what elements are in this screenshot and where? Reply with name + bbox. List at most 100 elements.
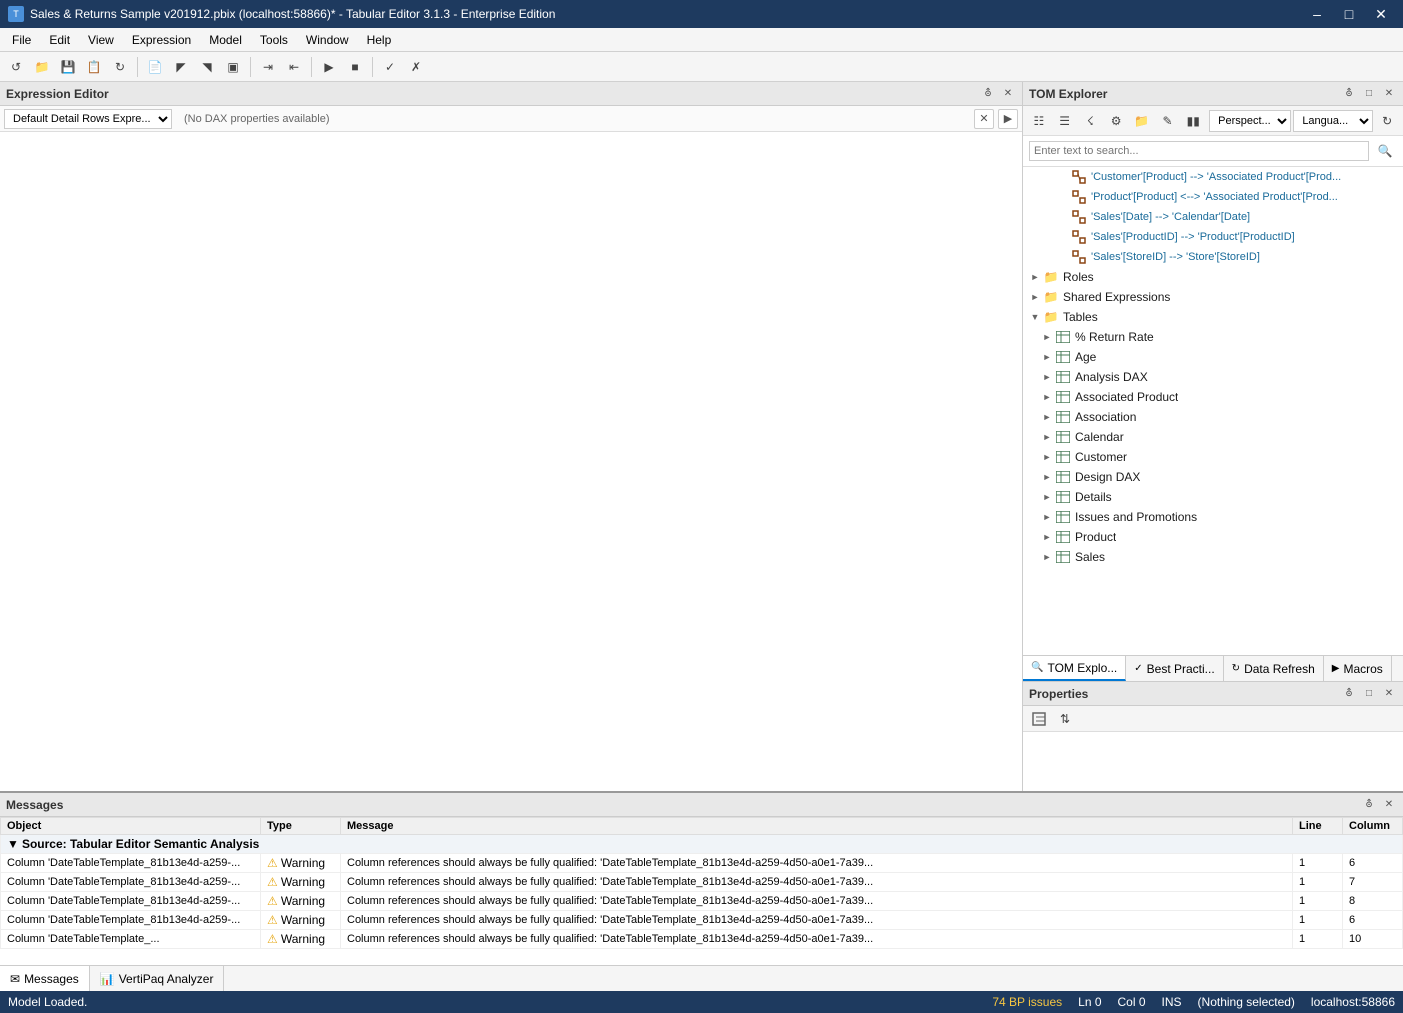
prop-list-btn[interactable] xyxy=(1027,707,1051,731)
expand-tables[interactable]: ▼ xyxy=(1027,312,1043,322)
toolbar-stop[interactable]: ■ xyxy=(343,55,367,79)
tree-roles[interactable]: ► 📁 Roles xyxy=(1023,267,1403,287)
menu-file[interactable]: File xyxy=(4,31,39,49)
tab-vertipaq[interactable]: 📊 VertiPaq Analyzer xyxy=(90,966,225,991)
tom-columns[interactable]: ▮▮ xyxy=(1181,109,1205,133)
tom-edit[interactable]: ✎ xyxy=(1156,109,1180,133)
toolbar-split-v[interactable]: ◥ xyxy=(195,55,219,79)
tom-close-button[interactable]: ✕ xyxy=(1381,86,1397,102)
tom-hierarchy-view[interactable]: ☇ xyxy=(1078,109,1102,133)
expression-dropdown[interactable]: Default Detail Rows Expre... xyxy=(4,109,172,129)
tom-tab-explorer[interactable]: 🔍 TOM Explo... xyxy=(1023,656,1126,681)
tree-issues-promotions[interactable]: ► Issues and Promotions xyxy=(1023,507,1403,527)
expression-editor-content[interactable] xyxy=(0,132,1022,791)
expand-sales[interactable]: ► xyxy=(1039,552,1055,562)
expr-expand-btn[interactable]: ▶ xyxy=(998,109,1018,129)
expand-ddax[interactable]: ► xyxy=(1039,472,1055,482)
minimize-button[interactable]: – xyxy=(1303,0,1331,28)
tab-messages[interactable]: ✉ Messages xyxy=(0,966,90,991)
toolbar-refresh[interactable]: ↻ xyxy=(108,55,132,79)
tom-settings[interactable]: ⚙ xyxy=(1104,109,1128,133)
tom-search-input[interactable] xyxy=(1029,141,1369,161)
menu-view[interactable]: View xyxy=(80,31,122,49)
toolbar-open[interactable]: 📁 xyxy=(30,55,54,79)
tom-pin-button[interactable]: ⛢ xyxy=(1341,86,1357,102)
relationship-item-4[interactable]: 'Sales'[StoreID] --> 'Store'[StoreID] xyxy=(1023,247,1403,267)
expand-roles[interactable]: ► xyxy=(1027,272,1043,282)
perspective-dropdown[interactable]: Perspect... xyxy=(1209,110,1291,132)
language-dropdown[interactable]: Langua... xyxy=(1293,110,1373,132)
expand-prod[interactable]: ► xyxy=(1039,532,1055,542)
toolbar-outdent[interactable]: ⇤ xyxy=(282,55,306,79)
tree-customer[interactable]: ► Customer xyxy=(1023,447,1403,467)
toolbar-new-tab[interactable]: 📄 xyxy=(143,55,167,79)
tree-design-dax[interactable]: ► Design DAX xyxy=(1023,467,1403,487)
tree-tables[interactable]: ▼ 📁 Tables xyxy=(1023,307,1403,327)
relationship-item-0[interactable]: 'Customer'[Product] --> 'Associated Prod… xyxy=(1023,167,1403,187)
tree-analysis-dax[interactable]: ► Analysis DAX xyxy=(1023,367,1403,387)
tom-tab-data-refresh[interactable]: ↻ Data Refresh xyxy=(1224,656,1324,681)
tree-sales[interactable]: ► Sales xyxy=(1023,547,1403,567)
tree-shared-expressions[interactable]: ► 📁 Shared Expressions xyxy=(1023,287,1403,307)
expand-age[interactable]: ► xyxy=(1039,352,1055,362)
tom-float-button[interactable]: □ xyxy=(1361,86,1377,102)
tree-details[interactable]: ► Details xyxy=(1023,487,1403,507)
menu-help[interactable]: Help xyxy=(359,31,400,49)
menu-expression[interactable]: Expression xyxy=(124,31,199,49)
tom-table-view[interactable]: ☷ xyxy=(1027,109,1051,133)
tom-search-icon[interactable]: 🔍 xyxy=(1373,139,1397,163)
menu-model[interactable]: Model xyxy=(201,31,250,49)
tom-refresh[interactable]: ↻ xyxy=(1375,109,1399,133)
close-panel-button[interactable]: ✕ xyxy=(1000,86,1016,102)
prop-close-button[interactable]: ✕ xyxy=(1381,686,1397,702)
expand-ip[interactable]: ► xyxy=(1039,512,1055,522)
expr-close-btn[interactable]: ✕ xyxy=(974,109,994,129)
prop-float-button[interactable]: □ xyxy=(1361,686,1377,702)
separator-3 xyxy=(311,57,312,77)
relationship-item-3[interactable]: 'Sales'[ProductID] --> 'Product'[Product… xyxy=(1023,227,1403,247)
relationship-item-2[interactable]: 'Sales'[Date] --> 'Calendar'[Date] xyxy=(1023,207,1403,227)
toolbar-indent[interactable]: ⇥ xyxy=(256,55,280,79)
menu-tools[interactable]: Tools xyxy=(252,31,296,49)
expand-rr[interactable]: ► xyxy=(1039,332,1055,342)
pin-button[interactable]: ⛢ xyxy=(980,86,996,102)
best-practices-tab-label: Best Practi... xyxy=(1147,662,1215,676)
toolbar-split-h[interactable]: ◤ xyxy=(169,55,193,79)
toolbar-run[interactable]: ▶ xyxy=(317,55,341,79)
tom-list-view[interactable]: ☰ xyxy=(1053,109,1077,133)
tom-tab-macros[interactable]: ▶ Macros xyxy=(1324,656,1392,681)
menu-window[interactable]: Window xyxy=(298,31,357,49)
tree-calendar[interactable]: ► Calendar xyxy=(1023,427,1403,447)
tree-association[interactable]: ► Association xyxy=(1023,407,1403,427)
expand-shared[interactable]: ► xyxy=(1027,292,1043,302)
expand-ap[interactable]: ► xyxy=(1039,392,1055,402)
expand-assoc[interactable]: ► xyxy=(1039,412,1055,422)
close-button[interactable]: ✕ xyxy=(1367,0,1395,28)
maximize-button[interactable]: □ xyxy=(1335,0,1363,28)
tree-product[interactable]: ► Product xyxy=(1023,527,1403,547)
menu-edit[interactable]: Edit xyxy=(41,31,78,49)
messages-close-btn[interactable]: ✕ xyxy=(1381,797,1397,813)
expand-cust[interactable]: ► xyxy=(1039,452,1055,462)
msg-message-2: Column references should always be fully… xyxy=(341,892,1293,911)
toolbar-checkmark[interactable]: ✓ xyxy=(378,55,402,79)
toolbar-save-as[interactable]: 📋 xyxy=(82,55,106,79)
toolbar-save[interactable]: 💾 xyxy=(56,55,80,79)
tree-age[interactable]: ► Age xyxy=(1023,347,1403,367)
toolbar-view[interactable]: ▣ xyxy=(221,55,245,79)
prop-sort-btn[interactable]: ⇅ xyxy=(1053,707,1077,731)
messages-pin-btn[interactable]: ⛢ xyxy=(1361,797,1377,813)
tom-tab-best-practices[interactable]: ✓ Best Practi... xyxy=(1126,656,1223,681)
toolbar-new[interactable]: ↺ xyxy=(4,55,28,79)
group-expand-icon[interactable]: ▼ xyxy=(7,837,19,851)
design-dax-label: Design DAX xyxy=(1075,470,1140,484)
prop-pin-button[interactable]: ⛢ xyxy=(1341,686,1357,702)
expand-cal[interactable]: ► xyxy=(1039,432,1055,442)
tree-return-rate[interactable]: ► % Return Rate xyxy=(1023,327,1403,347)
expand-adax[interactable]: ► xyxy=(1039,372,1055,382)
toolbar-cancel[interactable]: ✗ xyxy=(404,55,428,79)
tom-folder[interactable]: 📁 xyxy=(1130,109,1154,133)
relationship-item-1[interactable]: 'Product'[Product] <--> 'Associated Prod… xyxy=(1023,187,1403,207)
tree-associated-product[interactable]: ► Associated Product xyxy=(1023,387,1403,407)
expand-det[interactable]: ► xyxy=(1039,492,1055,502)
